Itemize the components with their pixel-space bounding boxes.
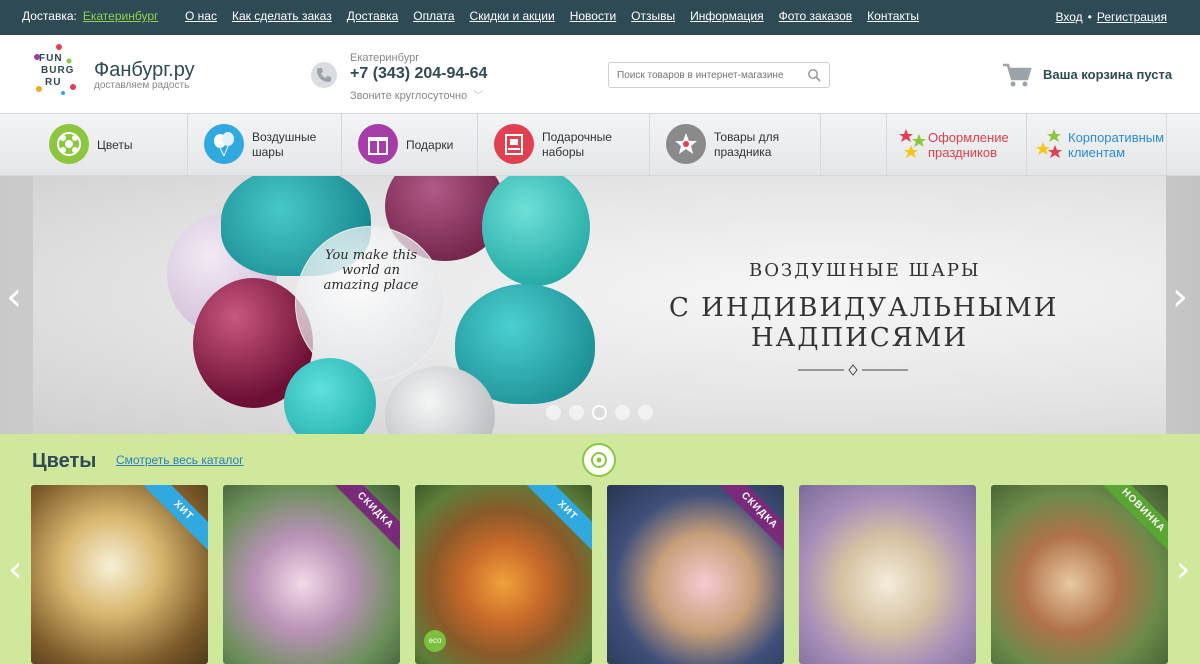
nav-link-info[interactable]: Информация xyxy=(690,9,763,23)
badge-hit: ХИТ xyxy=(137,485,208,557)
top-bar: Доставка: Екатеринбург О нас Как сделать … xyxy=(0,0,1200,35)
slider-dot[interactable] xyxy=(615,405,630,420)
ornament-divider xyxy=(798,364,908,376)
view-catalog-link[interactable]: Смотреть весь каталог xyxy=(116,453,244,467)
site-logo[interactable]: FUN BURG RU xyxy=(33,43,93,103)
search-input[interactable] xyxy=(617,67,797,83)
hero-line-3: НАДПИСЯМИ xyxy=(751,323,969,353)
product-card[interactable] xyxy=(799,485,976,664)
cart-status[interactable]: Ваша корзина пуста xyxy=(1043,67,1172,82)
hero-slider: You make this world an amazing place ВОЗ… xyxy=(0,176,1200,434)
search-icon[interactable] xyxy=(807,68,821,82)
category-balloons[interactable]: Воздушные шары xyxy=(188,114,342,176)
login-link[interactable]: Вход xyxy=(1055,10,1082,24)
gift-icon xyxy=(358,124,398,164)
balloon-shape xyxy=(482,176,590,286)
nav-link-payment[interactable]: Оплата xyxy=(413,9,454,23)
city-selector-link[interactable]: Екатеринбург xyxy=(83,9,159,23)
badge-sale: СКИДКА xyxy=(713,485,784,557)
category-party-goods[interactable]: Товары для праздника xyxy=(650,114,821,176)
slider-dot-active[interactable] xyxy=(592,405,607,420)
nav-link-reviews[interactable]: Отзывы xyxy=(631,9,675,23)
badge-sale: СКИДКА xyxy=(329,485,400,557)
top-navigation: О нас Как сделать заказ Доставка Оплата … xyxy=(185,9,934,23)
delivery-city: Доставка: Екатеринбург xyxy=(22,9,158,23)
nav-link-how-to-order[interactable]: Как сделать заказ xyxy=(232,9,332,23)
logo-mark: FUN BURG RU xyxy=(33,43,91,101)
slider-prev-icon[interactable]: ‹ xyxy=(6,274,22,320)
slider-next-icon[interactable]: › xyxy=(1172,274,1188,320)
balloon-inscription: You make this world an amazing place xyxy=(323,248,419,293)
brand-name[interactable]: Фанбург.ру xyxy=(94,59,195,82)
phone-icon xyxy=(311,62,337,88)
brand-slogan: доставляем радость xyxy=(94,80,190,91)
flowers-section: Цветы Смотреть весь каталог ‹ › ХИТ СКИД… xyxy=(0,434,1200,664)
balloons-icon xyxy=(204,124,244,164)
badge-hit: ХИТ xyxy=(521,485,592,557)
carousel-prev-icon[interactable]: ‹ xyxy=(8,549,22,590)
category-menu: Цветы Воздушные шары Подарки Подарочные … xyxy=(0,113,1200,176)
logo-decor-icon xyxy=(34,44,76,95)
nav-link-order-photos[interactable]: Фото заказов xyxy=(779,9,853,23)
chevron-down-icon: ﹀ xyxy=(473,91,484,102)
category-gifts[interactable]: Подарки xyxy=(342,114,478,176)
category-label: Подарочные наборы xyxy=(542,130,612,159)
auth-links: Вход • Регистрация xyxy=(1055,10,1167,24)
nav-link-news[interactable]: Новости xyxy=(570,9,616,23)
category-label: Воздушные шары xyxy=(252,130,317,159)
category-label: Подарки xyxy=(406,137,454,152)
stars-icon xyxy=(899,129,926,158)
stars-icon xyxy=(1036,129,1062,158)
party-goods-icon xyxy=(666,124,706,164)
product-card[interactable]: НОВИНКА xyxy=(991,485,1168,664)
header-city: Екатеринбург xyxy=(350,52,420,64)
category-label: Оформление праздников xyxy=(928,130,1009,160)
search-box xyxy=(608,62,830,88)
nav-link-discounts[interactable]: Скидки и акции xyxy=(470,9,555,23)
product-card[interactable]: СКИДКА xyxy=(223,485,400,664)
hero-slide[interactable]: You make this world an amazing place ВОЗ… xyxy=(33,176,1166,434)
hero-line-1: ВОЗДУШНЫЕ ШАРЫ xyxy=(749,260,981,281)
nav-link-contacts[interactable]: Контакты xyxy=(867,9,919,23)
product-card[interactable]: ХИТ eco xyxy=(415,485,592,664)
nav-link-about[interactable]: О нас xyxy=(185,9,217,23)
nav-link-delivery[interactable]: Доставка xyxy=(347,9,399,23)
slider-dot[interactable] xyxy=(569,405,584,420)
gift-set-icon xyxy=(494,124,534,164)
category-party-decoration[interactable]: Оформление праздников xyxy=(886,114,1027,176)
auth-separator: • xyxy=(1087,10,1092,24)
call-hours-text: Звоните круглосуточно xyxy=(350,90,468,102)
delivery-label: Доставка: xyxy=(22,9,77,23)
carousel-next-icon[interactable]: › xyxy=(1176,549,1190,590)
slider-dot[interactable] xyxy=(546,405,561,420)
product-card[interactable]: ХИТ xyxy=(31,485,208,664)
site-header: FUN BURG RU Фанбург.ру доставляем радост… xyxy=(0,35,1200,113)
flower-icon xyxy=(49,124,89,164)
category-label: Корпоративным клиентам xyxy=(1068,130,1165,160)
hero-line-2: С ИНДИВИДУАЛЬНЫМИ xyxy=(669,293,1059,323)
slider-dots xyxy=(546,405,653,420)
flower-icon xyxy=(582,443,616,477)
category-gift-sets[interactable]: Подарочные наборы xyxy=(478,114,650,176)
slider-dot[interactable] xyxy=(638,405,653,420)
category-corporate[interactable]: Корпоративным клиентам xyxy=(1027,114,1167,176)
eco-badge: eco xyxy=(424,630,446,652)
phone-number[interactable]: +7 (343) 204-94-64 xyxy=(350,65,487,83)
cart-icon[interactable] xyxy=(1002,62,1032,88)
category-label: Цветы xyxy=(97,137,133,152)
badge-new: НОВИНКА xyxy=(1097,485,1168,557)
section-title: Цветы xyxy=(32,450,97,472)
category-label: Товары для праздника xyxy=(714,130,780,159)
call-hours[interactable]: Звоните круглосуточно ﹀ xyxy=(350,87,483,102)
register-link[interactable]: Регистрация xyxy=(1097,10,1167,24)
category-flowers[interactable]: Цветы xyxy=(33,114,188,176)
product-card[interactable]: СКИДКА xyxy=(607,485,784,664)
